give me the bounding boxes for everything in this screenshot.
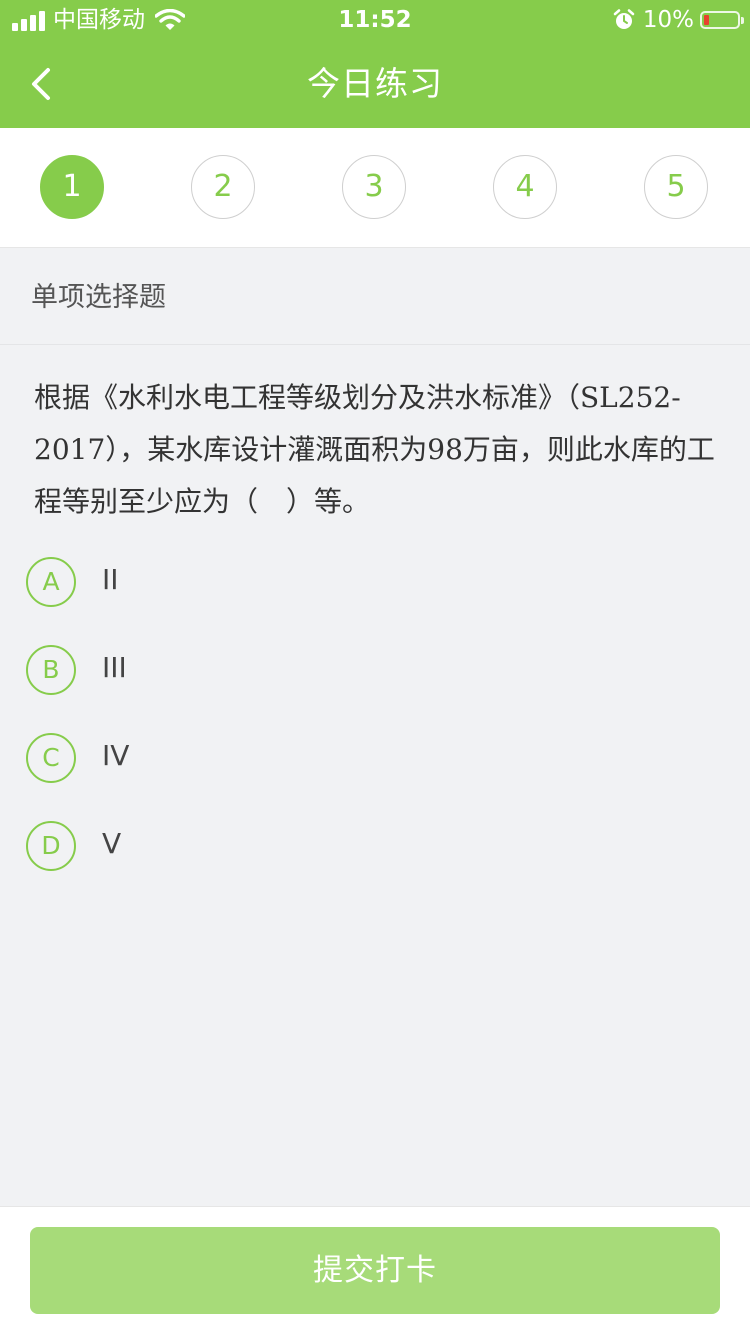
step-2[interactable]: 2 <box>191 155 255 219</box>
alarm-icon <box>613 9 635 29</box>
option-b[interactable]: B III <box>26 645 626 697</box>
status-bar: 中国移动 11:52 10% <box>0 0 750 40</box>
battery-percent: 10% <box>642 7 694 33</box>
option-text: II <box>102 563 119 596</box>
option-letter: D <box>26 821 76 871</box>
option-a[interactable]: A II <box>26 557 626 609</box>
option-letter: C <box>26 733 76 783</box>
step-5[interactable]: 5 <box>644 155 708 219</box>
page-title: 今日练习 <box>307 64 443 103</box>
option-letter: A <box>26 557 76 607</box>
battery-icon <box>700 11 744 29</box>
header: 中国移动 11:52 10% 今日练习 <box>0 0 750 128</box>
footer: 提交打卡 <box>0 1206 750 1335</box>
step-1[interactable]: 1 <box>40 155 104 219</box>
battery-level <box>704 15 709 25</box>
option-c[interactable]: C IV <box>26 733 626 785</box>
option-text: IV <box>102 739 130 772</box>
question-stepper: 1 2 3 4 5 <box>0 128 750 248</box>
option-text: V <box>102 827 122 860</box>
question-text: 根据《水利水电工程等级划分及洪水标准》（SL252-2017），某水库设计灌溉面… <box>34 381 715 518</box>
status-right: 10% <box>613 6 744 34</box>
option-d[interactable]: D V <box>26 821 626 873</box>
question-type: 单项选择题 <box>31 282 166 313</box>
step-3[interactable]: 3 <box>342 155 406 219</box>
question-type-bar: 单项选择题 <box>0 248 750 345</box>
navbar: 今日练习 <box>0 40 750 128</box>
step-4[interactable]: 4 <box>493 155 557 219</box>
option-text: III <box>102 651 127 684</box>
option-letter: B <box>26 645 76 695</box>
submit-button[interactable]: 提交打卡 <box>30 1227 720 1314</box>
